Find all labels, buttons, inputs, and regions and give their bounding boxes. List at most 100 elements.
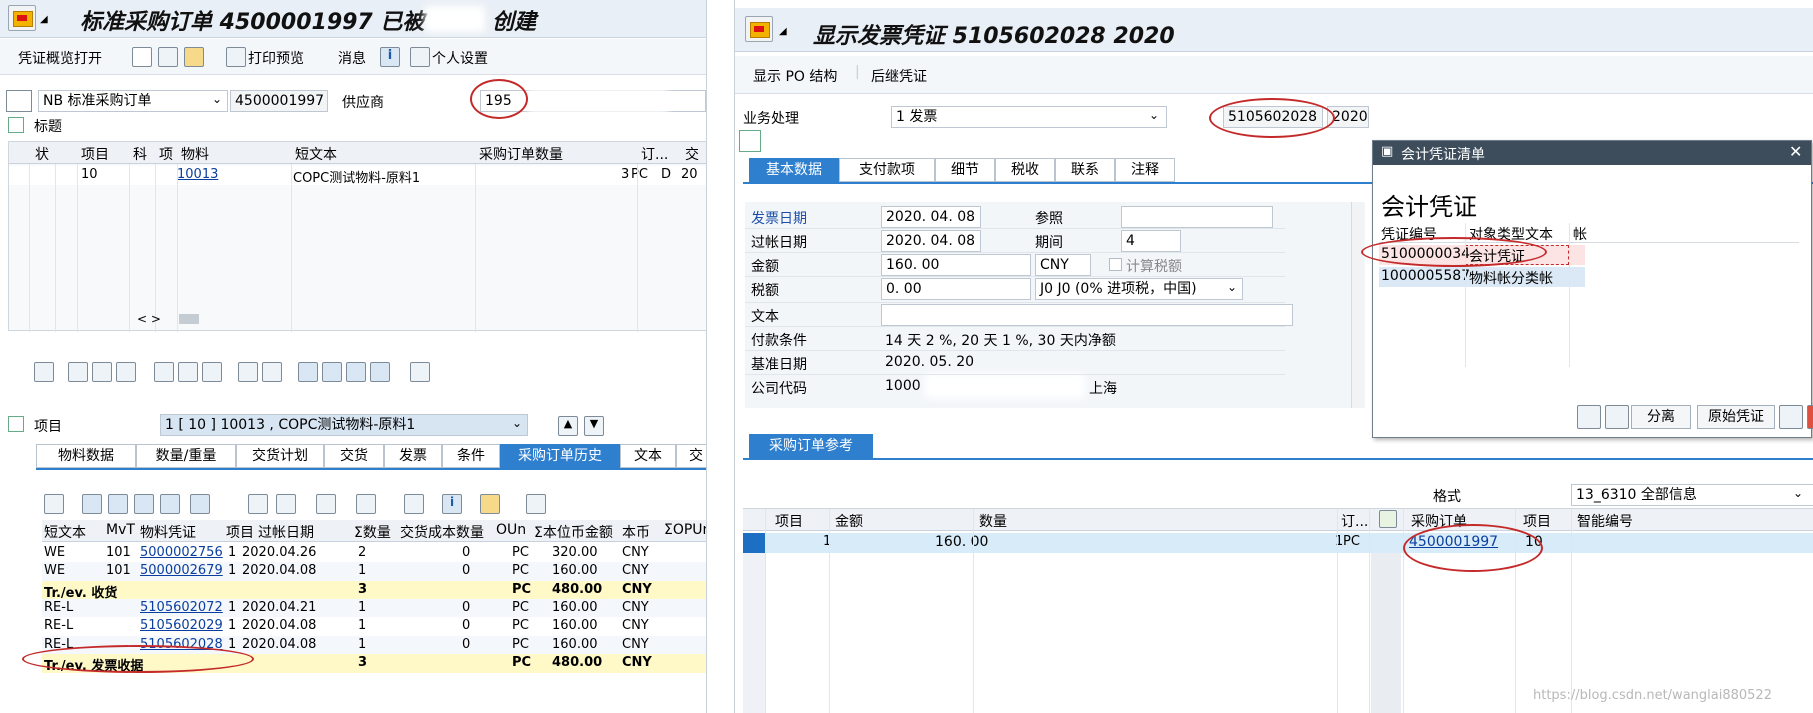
settings-icon[interactable] [410,362,430,382]
variant-icon[interactable] [480,494,500,514]
overview-button[interactable]: 凭证概览打开 [18,48,102,68]
cancel-icon[interactable]: ✕ [1807,405,1813,429]
total-row[interactable]: Tr./ev. 收货 3 PC 480.00 CNY [42,580,706,601]
tab-schedule[interactable]: 交货计划 [236,444,324,468]
invoice-date-field[interactable]: 2020. 04. 08 [881,206,981,228]
form-scrollbar[interactable] [1351,202,1363,408]
header-expand-icon[interactable] [8,117,24,133]
layout-icon[interactable] [356,494,376,514]
grid-icon[interactable] [262,362,282,382]
tab-text[interactable]: 文本 [620,444,676,468]
tab-delivery[interactable]: 交货 [324,444,384,468]
print-icon[interactable] [1779,405,1803,429]
find-next-icon[interactable] [160,494,180,514]
check-icon[interactable] [1379,510,1397,528]
info-icon[interactable]: i [380,47,400,67]
copy-icon[interactable] [238,362,258,382]
info-icon[interactable]: i [442,494,462,514]
scroll-left-icon[interactable]: < > [137,312,161,326]
table-row[interactable]: 10 10013 COPC测试物料-原料1 3 PC D 20 [9,166,706,186]
calc-tax-checkbox[interactable] [1109,258,1122,271]
sort-asc-icon[interactable] [298,362,318,382]
unlock-icon[interactable] [202,362,222,382]
change-icon[interactable] [158,47,178,67]
tab-more[interactable]: 交 [676,444,706,468]
original-doc-button[interactable]: 原始凭证 [1697,405,1775,429]
item-expand-icon[interactable] [8,416,24,432]
tax-code-select[interactable]: J0 J0 (0% 进项税，中国) [1035,278,1243,300]
tab-basic-data[interactable]: 基本数据 [749,158,839,182]
personal-settings-icon[interactable] [410,47,430,67]
print-icon[interactable] [248,494,268,514]
period-field[interactable]: 4 [1121,230,1181,252]
cell-doc[interactable]: 5000002679 [140,563,223,578]
posting-date-field[interactable]: 2020. 04. 08 [881,230,981,252]
table-row[interactable]: WE 101 5000002756 1 2020.04.26 2 0 PC 320.00 CNY [42,544,706,563]
sort-desc-icon[interactable] [322,362,342,382]
sort-desc-icon[interactable] [108,494,128,514]
cell-doc[interactable]: 5105602072 [140,600,223,615]
messages-button[interactable]: 消息 [338,48,366,68]
po-number-field[interactable]: 4500001997 [230,90,328,112]
tab-invoice[interactable]: 发票 [384,444,442,468]
chevron-down-icon[interactable]: ⌄ [1793,486,1803,500]
print-preview-icon[interactable] [226,47,246,67]
expand-icon[interactable] [739,130,761,152]
split-button[interactable]: 分离 [1631,405,1691,429]
chevron-down-icon[interactable]: ⌄ [1149,108,1159,122]
sort-asc-icon[interactable] [82,494,102,514]
add-row-icon[interactable] [68,362,88,382]
table-row[interactable]: RE-L 5105602072 1 2020.04.21 1 0 PC 160.00 CNY [42,598,706,618]
copy-row-icon[interactable] [92,362,112,382]
doc-type-select[interactable]: NB 标准采购订单 [38,90,228,112]
reference-field[interactable] [1121,206,1273,228]
tab-qty-weight[interactable]: 数量/重量 [136,444,236,468]
close-icon[interactable]: ✕ [1789,142,1802,161]
refresh-icon[interactable] [526,494,546,514]
cell-doc[interactable]: 5000002756 [140,545,223,560]
tab-po-reference[interactable]: 采购订单参考 [749,434,873,458]
cell-doc[interactable]: 5105602029 [140,618,223,633]
find-icon[interactable] [1605,405,1629,429]
currency-field[interactable]: CNY [1035,254,1091,276]
filter-icon[interactable] [190,494,210,514]
table-row[interactable]: 1000005587 物料帐分类帐 [1379,267,1585,287]
tab-po-history[interactable]: 采购订单历史 [500,444,620,468]
arrow-down-icon[interactable]: ▼ [584,416,604,436]
tab-details[interactable]: 细节 [935,158,995,182]
menu-dropdown-icon[interactable]: ◢ [779,26,787,37]
chart-icon[interactable] [404,494,424,514]
amount-field[interactable]: 160. 00 [881,254,1031,276]
tab-tax[interactable]: 税收 [995,158,1055,182]
sap-logo-icon[interactable] [745,16,773,42]
arrow-up-icon[interactable]: ▲ [558,416,578,436]
tab-material-data[interactable]: 物料数据 [36,444,136,468]
display-icon[interactable] [184,47,204,67]
scroll-thumb[interactable] [179,314,199,324]
new-doc-icon[interactable] [132,47,152,67]
cell-doc-no[interactable]: 1000005587 [1381,268,1470,284]
text-field[interactable] [881,304,1293,326]
paste-row-icon[interactable] [116,362,136,382]
find-icon[interactable] [134,494,154,514]
view-icon[interactable] [276,494,296,514]
chevron-down-icon[interactable]: ⌄ [1227,280,1237,294]
follow-doc-button[interactable]: 后继凭证 [871,66,927,86]
filter-clear-icon[interactable] [370,362,390,382]
menu-dropdown-icon[interactable]: ◢ [40,14,48,25]
table-row[interactable]: WE 101 5000002679 1 2020.04.08 1 0 PC 160.00 CNY [42,562,706,582]
print-preview-button[interactable]: 打印预览 [248,48,304,68]
table-row[interactable]: 1 160. 00 1 PC 4500001997 10 [743,533,1813,553]
chevron-down-icon[interactable]: ⌄ [212,92,222,106]
filter-icon[interactable] [346,362,366,382]
sap-logo-icon[interactable] [8,5,36,31]
tab-conditions[interactable]: 条件 [442,444,500,468]
details-icon[interactable] [34,362,54,382]
personal-settings-button[interactable]: 个人设置 [432,48,488,68]
layout-select[interactable]: 13_6310 全部信息 [1571,484,1813,506]
business-select[interactable]: 1 发票 [891,106,1167,128]
po-structure-button[interactable]: 显示 PO 结构 [753,66,837,86]
cell-material[interactable]: 10013 [177,167,218,182]
cart-icon[interactable] [6,90,32,112]
delete-icon[interactable] [154,362,174,382]
